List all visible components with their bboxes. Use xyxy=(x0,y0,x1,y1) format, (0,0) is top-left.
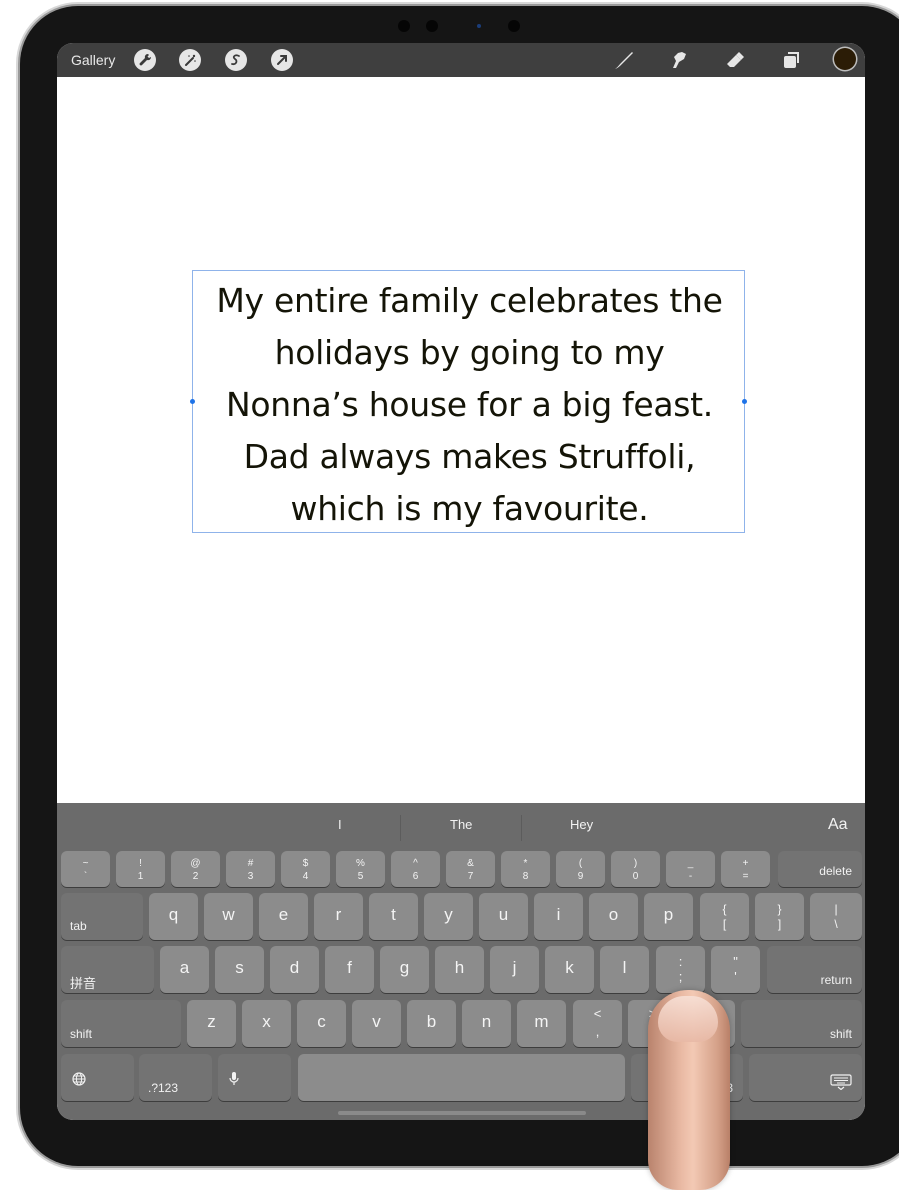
text-line: Nonna’s house for a big feast. xyxy=(226,385,713,424)
top-toolbar: Gallery xyxy=(57,43,865,77)
key-h[interactable]: h xyxy=(435,946,484,993)
key-k[interactable]: k xyxy=(545,946,594,993)
numbers-key[interactable]: .?123 xyxy=(139,1054,212,1101)
key-0[interactable]: ) 0 xyxy=(611,851,660,887)
key-c[interactable]: c xyxy=(297,1000,346,1047)
key-v[interactable]: v xyxy=(352,1000,401,1047)
prediction-2[interactable]: The xyxy=(450,817,472,832)
key-9[interactable]: (9 xyxy=(556,851,605,887)
key-8[interactable]: * 8 xyxy=(501,851,550,887)
key-q[interactable]: q xyxy=(149,893,198,940)
key-t[interactable]: t xyxy=(369,893,418,940)
finger-touch xyxy=(648,990,730,1190)
key-tilde[interactable]: ~ ` xyxy=(61,851,110,887)
hide-keyboard-key[interactable] xyxy=(749,1054,862,1101)
key-j[interactable]: j xyxy=(490,946,539,993)
text-box[interactable]: My entire family celebrates the holidays… xyxy=(190,270,747,533)
key-7[interactable]: & 7 xyxy=(446,851,495,887)
key-e[interactable]: e xyxy=(259,893,308,940)
shift-key-left[interactable]: shift xyxy=(61,1000,181,1047)
prediction-1[interactable]: I xyxy=(338,817,342,832)
key-quote[interactable]: " ' xyxy=(711,946,760,993)
key-bracket-right[interactable]: }] xyxy=(755,893,804,940)
text-line: My entire family celebrates the xyxy=(216,281,723,320)
camera-lens xyxy=(477,24,481,28)
space-bar[interactable] xyxy=(298,1054,625,1101)
return-key[interactable]: return xyxy=(767,946,862,993)
prediction-divider xyxy=(521,815,522,841)
color-swatch[interactable] xyxy=(834,48,856,70)
prediction-3[interactable]: Hey xyxy=(570,817,593,832)
key-y[interactable]: y xyxy=(424,893,473,940)
sensor-dot xyxy=(426,20,438,32)
format-button[interactable]: Aa xyxy=(828,816,848,834)
fingernail xyxy=(658,996,718,1042)
transform-arrow-icon[interactable] xyxy=(271,49,293,71)
key-comma[interactable]: <, xyxy=(573,1000,622,1047)
text-line: which is my favourite. xyxy=(290,489,649,528)
pinyin-key[interactable]: 拼音 xyxy=(61,946,154,993)
microphone-icon xyxy=(229,1072,239,1085)
key-l[interactable]: l xyxy=(600,946,649,993)
sensor-dot xyxy=(508,20,520,32)
key-backslash[interactable]: | \ xyxy=(810,893,862,940)
key-equals[interactable]: + = xyxy=(721,851,770,887)
key-b[interactable]: b xyxy=(407,1000,456,1047)
key-o[interactable]: o xyxy=(589,893,638,940)
key-minus[interactable]: _ - xyxy=(666,851,715,887)
key-u[interactable]: u xyxy=(479,893,528,940)
home-indicator xyxy=(338,1111,586,1115)
key-x[interactable]: x xyxy=(242,1000,291,1047)
key-1[interactable]: ! 1 xyxy=(116,851,165,887)
key-p[interactable]: p xyxy=(644,893,693,940)
key-5[interactable]: % 5 xyxy=(336,851,385,887)
key-semicolon[interactable]: :; xyxy=(656,946,705,993)
eraser-icon[interactable] xyxy=(723,49,747,71)
sensor-dot xyxy=(398,20,410,32)
key-d[interactable]: d xyxy=(270,946,319,993)
key-m[interactable]: m xyxy=(517,1000,566,1047)
key-bracket-left[interactable]: {[ xyxy=(700,893,749,940)
key-6[interactable]: ^ 6 xyxy=(391,851,440,887)
app-screen: Gallery My entire family celebrates the … xyxy=(57,43,865,1120)
key-a[interactable]: a xyxy=(160,946,209,993)
key-f[interactable]: f xyxy=(325,946,374,993)
keyboard-dismiss-icon xyxy=(830,1074,852,1090)
text-line: holidays by going to my xyxy=(274,333,665,372)
wrench-icon[interactable] xyxy=(134,49,156,71)
key-i[interactable]: i xyxy=(534,893,583,940)
delete-key[interactable]: delete xyxy=(778,851,862,887)
globe-key[interactable] xyxy=(61,1054,134,1101)
key-w[interactable]: w xyxy=(204,893,253,940)
key-4[interactable]: $4 xyxy=(281,851,330,887)
gallery-button[interactable]: Gallery xyxy=(71,52,115,68)
layers-icon[interactable] xyxy=(779,49,803,71)
key-n[interactable]: n xyxy=(462,1000,511,1047)
smudge-icon[interactable] xyxy=(667,49,691,71)
dictation-key[interactable] xyxy=(218,1054,291,1101)
tab-key[interactable]: tab xyxy=(61,893,143,940)
key-g[interactable]: g xyxy=(380,946,429,993)
magic-wand-icon[interactable] xyxy=(179,49,201,71)
key-2[interactable]: @2 xyxy=(171,851,220,887)
globe-icon xyxy=(72,1072,86,1086)
on-screen-keyboard: I The Hey Aa ~ ` ! 1 @2 #3 $4 % 5 ^ 6 & 7 * 8 … xyxy=(57,803,865,1120)
shift-key-right[interactable]: shift xyxy=(741,1000,862,1047)
key-r[interactable]: r xyxy=(314,893,363,940)
key-3[interactable]: #3 xyxy=(226,851,275,887)
brush-icon[interactable] xyxy=(612,49,636,71)
key-z[interactable]: z xyxy=(187,1000,236,1047)
selection-icon[interactable] xyxy=(225,49,247,71)
prediction-divider xyxy=(400,815,401,841)
text-line: Dad always makes Struffoli, xyxy=(243,437,696,476)
key-s[interactable]: s xyxy=(215,946,264,993)
